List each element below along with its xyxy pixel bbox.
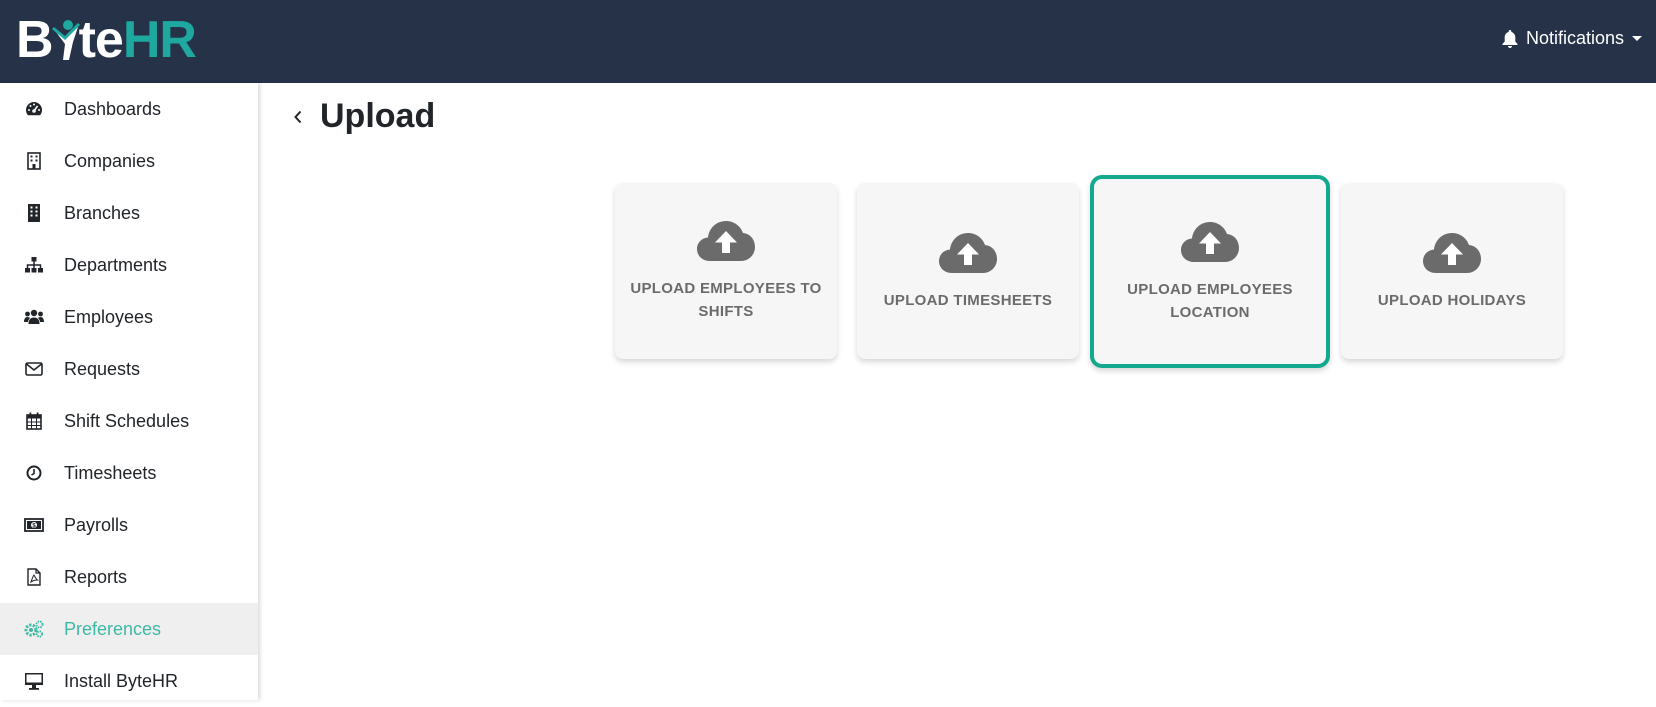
sidebar-item-label: Branches (64, 202, 141, 223)
sidebar-item-employees[interactable]: Employees (0, 291, 258, 343)
logo-letter-b: B (16, 11, 54, 69)
sidebar-item-label: Departments (64, 254, 168, 275)
cloud-upload-icon (1423, 232, 1481, 273)
page-title: Upload (320, 97, 436, 135)
sidebar-item-payrolls[interactable]: $ Payrolls (0, 499, 258, 551)
sidebar-item-label: Shift Schedules (64, 410, 190, 431)
upload-employees-to-shifts-card[interactable]: UPLOAD EMPLOYEES TO SHIFTS (615, 183, 837, 359)
back-button[interactable] (288, 107, 308, 127)
sidebar-item-label: Timesheets (64, 462, 157, 483)
file-pdf-icon (24, 567, 44, 587)
sidebar-item-label: Requests (64, 358, 141, 379)
building-solid-icon (24, 203, 44, 223)
sidebar-item-label: Employees (64, 306, 154, 327)
main-content: Upload UPLOAD EMPLOYEES TO SHIFTS UPLOAD… (258, 83, 1656, 700)
sidebar-item-label: Dashboards (64, 98, 162, 119)
sidebar-item-departments[interactable]: Departments (0, 239, 258, 291)
chevron-down-icon (1632, 36, 1642, 41)
sidebar-item-shift-schedules[interactable]: Shift Schedules (0, 395, 258, 447)
users-icon (24, 307, 44, 327)
upload-holidays-card[interactable]: UPLOAD HOLIDAYS (1341, 183, 1563, 359)
sidebar-item-branches[interactable]: Branches (0, 187, 258, 239)
cloud-upload-icon (697, 221, 755, 261)
sidebar-item-preferences[interactable]: Preferences (0, 603, 258, 655)
sidebar: Dashboards Companies Branches Department… (0, 83, 258, 700)
card-label: UPLOAD TIMESHEETS (883, 291, 1053, 309)
sidebar-item-dashboards[interactable]: Dashboards (0, 83, 258, 135)
money-bill-icon: $ (24, 515, 44, 535)
desktop-icon (24, 671, 44, 691)
bytehr-logo[interactable]: B te HR (16, 11, 197, 69)
sidebar-item-label: Companies (64, 150, 156, 171)
cogs-icon (24, 619, 44, 639)
envelope-icon (24, 359, 44, 379)
tachometer-icon (24, 99, 44, 119)
sidebar-item-reports[interactable]: Reports (0, 551, 258, 603)
bell-icon (1502, 29, 1518, 48)
sidebar-item-label: Preferences (64, 618, 162, 639)
calendar-icon (24, 411, 44, 431)
sidebar-item-timesheets[interactable]: Timesheets (0, 447, 258, 499)
notifications-label: Notifications (1525, 28, 1624, 48)
chevron-left-icon (294, 110, 302, 123)
sidebar-item-label: Install ByteHR (64, 670, 179, 691)
sidebar-item-companies[interactable]: Companies (0, 135, 258, 187)
logo-figure-icon (51, 20, 80, 60)
sidebar-item-label: Payrolls (64, 514, 129, 535)
building-icon (24, 151, 44, 171)
upload-timesheets-card[interactable]: UPLOAD TIMESHEETS (857, 183, 1079, 359)
notifications-dropdown[interactable]: Notifications (1502, 28, 1642, 49)
cloud-upload-icon (1181, 221, 1239, 262)
upload-employees-location-card[interactable]: UPLOAD EMPLOYEES LOCATION (1090, 175, 1330, 368)
card-label: UPLOAD HOLIDAYS (1377, 291, 1527, 309)
sidebar-item-requests[interactable]: Requests (0, 343, 258, 395)
card-label: UPLOAD EMPLOYEES LOCATION (1127, 280, 1293, 321)
sitemap-icon (24, 255, 44, 275)
card-label: UPLOAD EMPLOYEES TO SHIFTS (630, 280, 822, 320)
page-header: Upload (288, 97, 435, 136)
logo-letters-te: te (78, 11, 124, 69)
logo-letters-hr: HR (122, 11, 197, 69)
sidebar-item-label: Reports (64, 566, 128, 587)
top-navbar: B te HR Notifications (0, 0, 1656, 83)
clock-icon (24, 463, 44, 483)
cloud-upload-icon (939, 232, 997, 273)
sidebar-item-install-bytehr[interactable]: Install ByteHR (0, 655, 258, 707)
